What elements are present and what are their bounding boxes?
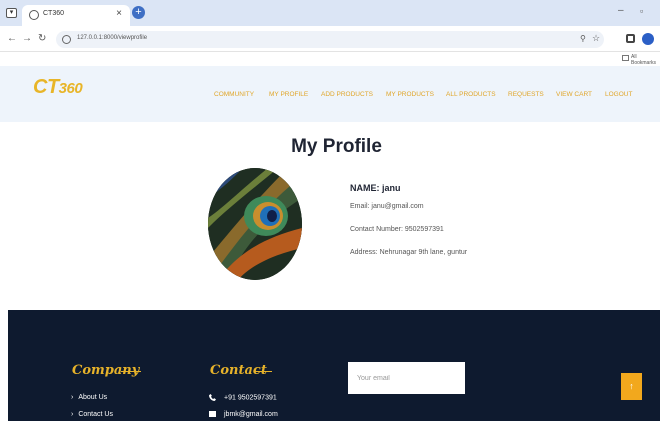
site-header: CT360 COMMUNITY MY PROFILE ADD PRODUCTS … bbox=[0, 66, 660, 122]
footer-company-divider bbox=[121, 371, 141, 372]
avatar bbox=[208, 168, 302, 280]
newsletter-email-input[interactable] bbox=[348, 362, 465, 394]
profile-contact-number: Contact Number: 9502597391 bbox=[350, 226, 444, 233]
site-footer: Company › About Us › Contact Us Contact +9… bbox=[8, 310, 660, 421]
minimize-icon[interactable]: – bbox=[618, 5, 624, 16]
forward-arrow-icon[interactable]: → bbox=[22, 33, 32, 44]
nav-my-products[interactable]: MY PRODUCTS bbox=[386, 91, 434, 98]
site-info-icon[interactable] bbox=[62, 35, 71, 44]
logo-suffix: 360 bbox=[58, 80, 83, 97]
nav-community[interactable]: COMMUNITY bbox=[214, 91, 254, 98]
page-title: My Profile bbox=[291, 136, 382, 157]
profile-avatar-icon[interactable] bbox=[642, 33, 654, 45]
maximize-icon[interactable]: ▫ bbox=[640, 6, 643, 16]
footer-link-label: Contact Us bbox=[78, 411, 113, 418]
nav-view-cart[interactable]: VIEW CART bbox=[556, 91, 592, 98]
footer-link-about-us[interactable]: › About Us bbox=[71, 394, 107, 401]
window-menu-icon[interactable]: ▾ bbox=[6, 8, 17, 18]
footer-link-label: About Us bbox=[78, 394, 108, 401]
back-to-top-button[interactable]: ↑ bbox=[621, 373, 642, 400]
nav-my-profile[interactable]: MY PROFILE bbox=[269, 91, 308, 98]
folder-icon bbox=[622, 55, 629, 61]
url-text[interactable]: 127.0.0.1:8000/viewprofile bbox=[77, 35, 147, 41]
nav-add-products[interactable]: ADD PRODUCTS bbox=[321, 91, 373, 98]
url-input[interactable]: 127.0.0.1:8000/viewprofile ⚲ ☆ bbox=[56, 31, 604, 48]
zoom-icon[interactable]: ⚲ bbox=[580, 34, 586, 43]
bookmark-star-icon[interactable]: ☆ bbox=[592, 33, 600, 44]
reload-icon[interactable]: ↻ bbox=[38, 33, 46, 44]
browser-tab[interactable]: CT360 × bbox=[22, 5, 130, 26]
profile-address: Address: Nehrunagar 9th lane, guntur bbox=[350, 249, 468, 256]
nav-all-products[interactable]: ALL PRODUCTS bbox=[446, 91, 496, 98]
tab-favicon-icon bbox=[29, 10, 39, 20]
footer-phone-text: +91 9502597391 bbox=[224, 394, 277, 402]
profile-name: NAME: janu bbox=[350, 183, 401, 193]
envelope-icon bbox=[209, 411, 216, 418]
nav-requests[interactable]: REQUESTS bbox=[508, 91, 544, 98]
bookmarks-bar: All Bookmarks bbox=[0, 52, 660, 66]
footer-link-contact-us[interactable]: › Contact Us bbox=[71, 411, 113, 418]
tab-close-icon[interactable]: × bbox=[116, 8, 122, 19]
tab-title: CT360 bbox=[43, 10, 65, 17]
back-arrow-icon[interactable]: ← bbox=[7, 33, 17, 44]
footer-email-text: jbmk@gmail.com bbox=[224, 411, 278, 418]
nav-logout[interactable]: LOGOUT bbox=[605, 91, 632, 98]
logo-text: CT bbox=[33, 76, 59, 98]
phone-icon bbox=[209, 394, 216, 401]
new-tab-button[interactable]: + bbox=[132, 6, 145, 19]
extensions-icon[interactable] bbox=[626, 34, 635, 43]
profile-email: Email: janu@gmail.com bbox=[350, 203, 424, 210]
address-bar: ← → ↻ 127.0.0.1:8000/viewprofile ⚲ ☆ bbox=[0, 26, 660, 52]
browser-tab-bar: ▾ CT360 × + – ▫ bbox=[0, 0, 660, 26]
all-bookmarks-link[interactable]: All Bookmarks bbox=[631, 54, 660, 66]
footer-phone: +91 9502597391 bbox=[209, 394, 277, 401]
peacock-feather-image bbox=[208, 168, 302, 280]
site-logo[interactable]: CT360 bbox=[33, 76, 83, 99]
footer-email: jbmk@gmail.com bbox=[209, 411, 278, 418]
footer-contact-divider bbox=[254, 371, 272, 372]
chevron-right-icon: › bbox=[71, 411, 74, 418]
chevron-right-icon: › bbox=[71, 394, 74, 401]
